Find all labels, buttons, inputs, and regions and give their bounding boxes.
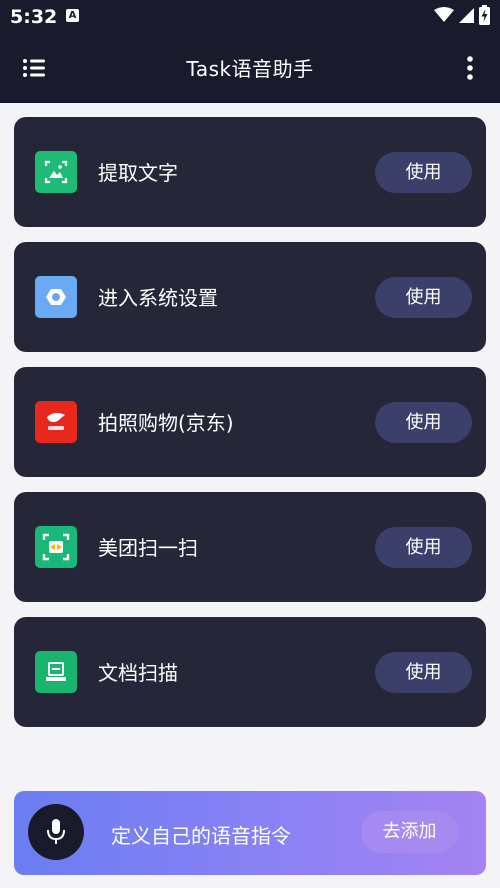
custom-command-label: 定义自己的语音指令 [111,824,291,848]
cellular-signal-icon [459,7,474,23]
wifi-icon [434,7,454,22]
command-list: 提取文字 使用 进入系统设置 使用 拍照购物(京东) 使用 美团扫一扫 使用 文… [14,117,486,742]
command-label: 文档扫描 [98,661,178,685]
status-time: 5:32 [10,6,58,28]
document-scan-icon [35,651,77,693]
jd-app-icon [35,401,77,443]
custom-command-bar[interactable]: 定义自己的语音指令 去添加 [14,791,486,875]
command-card: 提取文字 使用 [14,117,486,227]
more-vertical-icon [467,56,473,80]
use-button[interactable]: 使用 [375,527,472,568]
app-header: 5:32 A Task语音助手 [0,0,500,103]
more-options-button[interactable] [464,55,476,81]
command-card: 进入系统设置 使用 [14,242,486,352]
settings-gear-icon [35,276,77,318]
command-label: 拍照购物(京东) [98,411,234,435]
use-button[interactable]: 使用 [375,152,472,193]
add-command-button[interactable]: 去添加 [361,811,458,853]
use-button[interactable]: 使用 [375,402,472,443]
microphone-icon [47,819,65,844]
command-card: 文档扫描 使用 [14,617,486,727]
status-icons [434,5,490,25]
page-title: Task语音助手 [186,57,314,81]
microphone-button[interactable] [28,804,84,860]
command-label: 提取文字 [98,161,178,185]
battery-charging-icon [479,5,490,25]
use-button[interactable]: 使用 [375,277,472,318]
menu-list-button[interactable] [22,57,48,79]
use-button[interactable]: 使用 [375,652,472,693]
notification-a-icon: A [66,9,79,22]
list-menu-icon [23,59,45,77]
command-card: 拍照购物(京东) 使用 [14,367,486,477]
meituan-scan-icon [35,526,77,568]
command-label: 进入系统设置 [98,286,218,310]
image-text-scan-icon [35,151,77,193]
command-card: 美团扫一扫 使用 [14,492,486,602]
command-label: 美团扫一扫 [98,536,198,560]
